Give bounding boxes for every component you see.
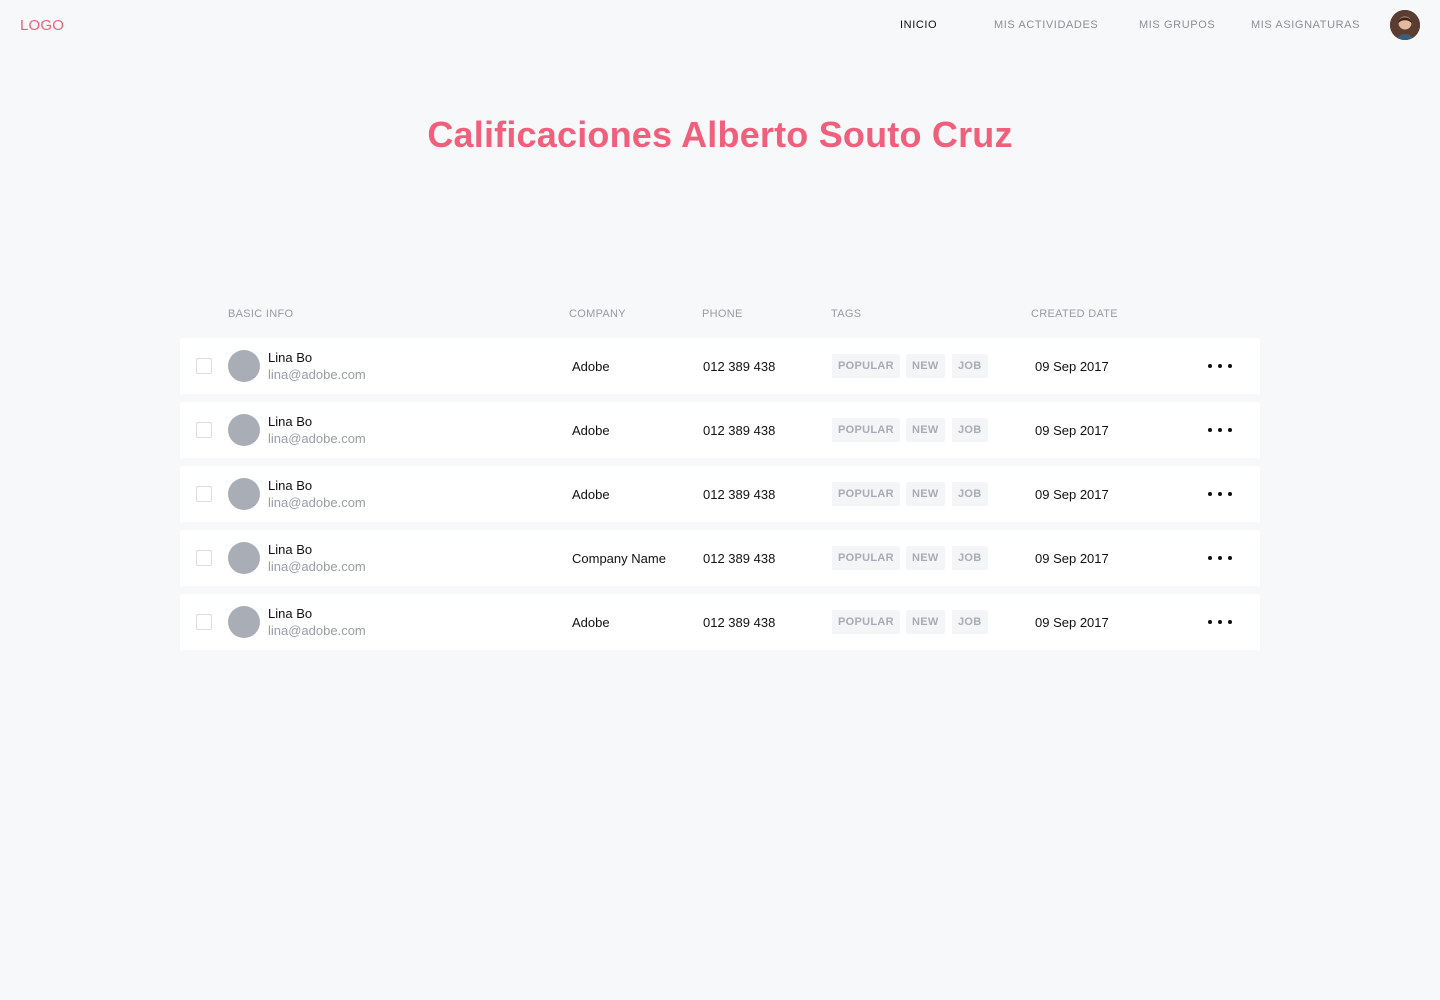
created-date: 09 Sep 2017 [1035, 423, 1109, 438]
tag-new[interactable]: NEW [906, 418, 945, 442]
contact-name: Lina Bo [268, 478, 313, 493]
tag-popular[interactable]: POPULAR [832, 354, 900, 378]
tag-job[interactable]: JOB [952, 354, 988, 378]
column-header-company: COMPANY [569, 308, 626, 320]
row-checkbox[interactable] [196, 550, 212, 566]
company-name: Adobe [572, 359, 610, 374]
table-row[interactable]: Lina Bo lina@adobe.com Company Name 012 … [180, 530, 1260, 586]
contact-email: lina@adobe.com [268, 495, 366, 510]
avatar [228, 478, 260, 510]
nav-item-inicio[interactable]: INICIO [900, 19, 937, 31]
row-checkbox[interactable] [196, 614, 212, 630]
nav-item-mis-asignaturas[interactable]: MIS ASIGNATURAS [1251, 19, 1360, 31]
tag-new[interactable]: NEW [906, 610, 945, 634]
avatar [228, 606, 260, 638]
contact-email: lina@adobe.com [268, 559, 366, 574]
phone-number: 012 389 438 [703, 615, 776, 630]
more-options-icon[interactable] [1208, 612, 1232, 632]
contact-name: Lina Bo [268, 606, 313, 621]
tag-new[interactable]: NEW [906, 482, 945, 506]
phone-number: 012 389 438 [703, 487, 776, 502]
top-navigation-bar: LOGO INICIO MIS ACTIVIDADES MIS GRUPOS M… [0, 0, 1440, 52]
created-date: 09 Sep 2017 [1035, 615, 1109, 630]
tag-job[interactable]: JOB [952, 418, 988, 442]
phone-number: 012 389 438 [703, 423, 776, 438]
table-row[interactable]: Lina Bo lina@adobe.com Adobe 012 389 438… [180, 466, 1260, 522]
tag-job[interactable]: JOB [952, 610, 988, 634]
table-row[interactable]: Lina Bo lina@adobe.com Adobe 012 389 438… [180, 594, 1260, 650]
more-options-icon[interactable] [1208, 548, 1232, 568]
contact-email: lina@adobe.com [268, 367, 366, 382]
nav-item-mis-grupos[interactable]: MIS GRUPOS [1139, 19, 1215, 31]
phone-number: 012 389 438 [703, 551, 776, 566]
tag-popular[interactable]: POPULAR [832, 418, 900, 442]
tag-job[interactable]: JOB [952, 546, 988, 570]
column-header-phone: PHONE [702, 308, 743, 320]
tag-popular[interactable]: POPULAR [832, 546, 900, 570]
company-name: Company Name [572, 551, 666, 566]
tag-popular[interactable]: POPULAR [832, 482, 900, 506]
contact-email: lina@adobe.com [268, 431, 366, 446]
tag-new[interactable]: NEW [906, 546, 945, 570]
table-row[interactable]: Lina Bo lina@adobe.com Adobe 012 389 438… [180, 338, 1260, 394]
page-title: Calificaciones Alberto Souto Cruz [427, 114, 1013, 155]
more-options-icon[interactable] [1208, 484, 1232, 504]
table-header: BASIC INFO COMPANY PHONE TAGS CREATED DA… [180, 308, 1260, 324]
created-date: 09 Sep 2017 [1035, 359, 1109, 374]
more-options-icon[interactable] [1208, 356, 1232, 376]
row-checkbox[interactable] [196, 358, 212, 374]
table-row[interactable]: Lina Bo lina@adobe.com Adobe 012 389 438… [180, 402, 1260, 458]
created-date: 09 Sep 2017 [1035, 487, 1109, 502]
contact-name: Lina Bo [268, 542, 313, 557]
user-avatar[interactable] [1390, 10, 1420, 40]
company-name: Adobe [572, 423, 610, 438]
row-checkbox[interactable] [196, 422, 212, 438]
nav-item-mis-actividades[interactable]: MIS ACTIVIDADES [994, 19, 1098, 31]
user-photo-icon [1390, 10, 1420, 40]
contact-email: lina@adobe.com [268, 623, 366, 638]
phone-number: 012 389 438 [703, 359, 776, 374]
created-date: 09 Sep 2017 [1035, 551, 1109, 566]
column-header-tags: TAGS [831, 308, 862, 320]
avatar [228, 542, 260, 574]
logo[interactable]: LOGO [20, 17, 64, 34]
column-header-basic-info: BASIC INFO [228, 308, 294, 320]
more-options-icon[interactable] [1208, 420, 1232, 440]
row-checkbox[interactable] [196, 486, 212, 502]
tag-new[interactable]: NEW [906, 354, 945, 378]
avatar [228, 350, 260, 382]
avatar [228, 414, 260, 446]
company-name: Adobe [572, 487, 610, 502]
contact-name: Lina Bo [268, 350, 313, 365]
company-name: Adobe [572, 615, 610, 630]
column-header-created-date: CREATED DATE [1031, 308, 1118, 320]
tag-job[interactable]: JOB [952, 482, 988, 506]
contact-name: Lina Bo [268, 414, 313, 429]
tag-popular[interactable]: POPULAR [832, 610, 900, 634]
